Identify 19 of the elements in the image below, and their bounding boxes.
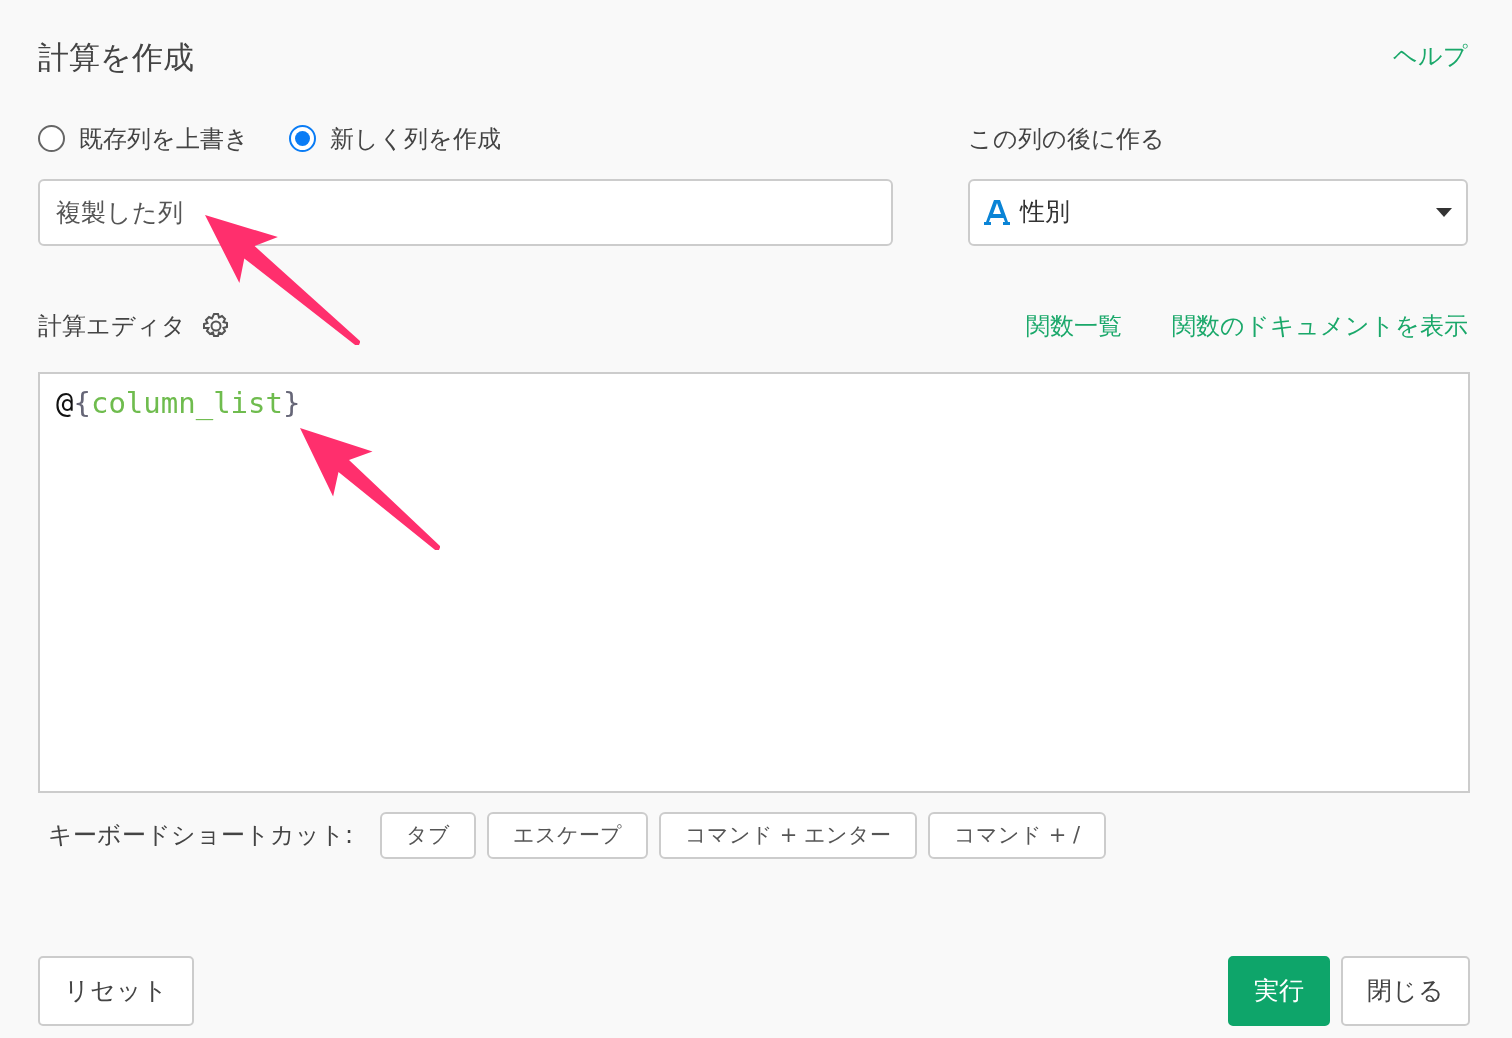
shortcut-key: コマンド + エンター bbox=[659, 811, 918, 859]
caret-icon bbox=[1436, 207, 1452, 217]
field-label: この列の後に作る bbox=[968, 123, 1166, 155]
close-button[interactable]: 閉じる bbox=[1341, 956, 1470, 1026]
settings-icon[interactable] bbox=[202, 311, 230, 340]
text-type-icon bbox=[984, 198, 1010, 226]
shortcut-key: コマンド + / bbox=[928, 811, 1107, 859]
code-line: @{column_list} bbox=[56, 384, 301, 422]
column-dropdown[interactable]: 性別 bbox=[968, 178, 1468, 246]
radio-option[interactable]: 既存列を上書き bbox=[38, 120, 249, 157]
shortcuts-label: キーボードショートカット: bbox=[48, 820, 354, 852]
radio-option[interactable]: 新しく列を作成 bbox=[289, 120, 501, 157]
editor-label: 計算エディタ bbox=[38, 310, 186, 342]
shortcut-key: エスケープ bbox=[487, 811, 649, 859]
column-name-field[interactable]: 複製した列 bbox=[38, 178, 893, 246]
dialog-title: 計算を作成 bbox=[38, 38, 194, 77]
shortcut-key: タブ bbox=[380, 811, 477, 859]
reset-button[interactable]: リセット bbox=[38, 956, 194, 1026]
code-editor[interactable]: @{column_list} bbox=[38, 371, 1470, 793]
